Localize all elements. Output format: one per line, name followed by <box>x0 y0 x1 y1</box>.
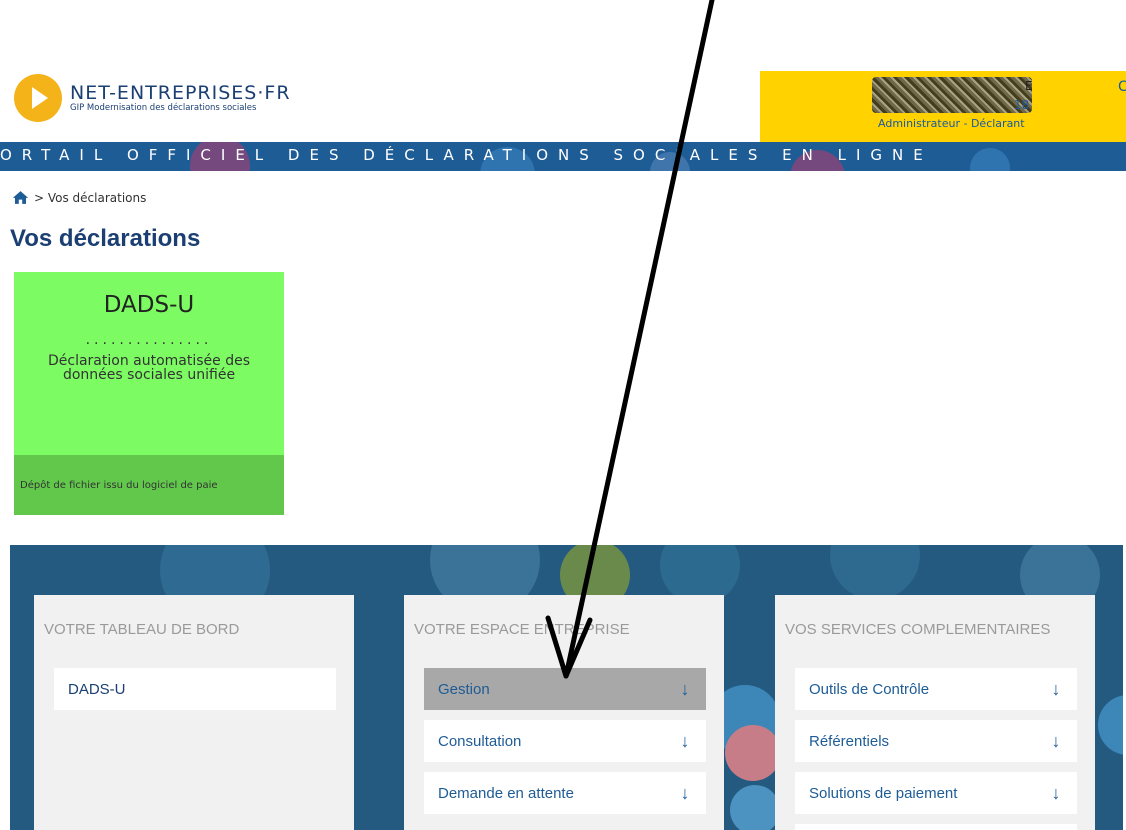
tile-description: Déclaration automatisée des données soci… <box>14 354 284 382</box>
tile-footer-link[interactable]: Dépôt de fichier issu du logiciel de pai… <box>14 455 284 515</box>
menu-item-next[interactable] <box>795 824 1077 830</box>
redacted-user-info <box>872 77 1032 113</box>
menu-item-demande-en-attente[interactable]: Demande en attente ↓ <box>424 772 706 814</box>
menu-item-consultation[interactable]: Consultation ↓ <box>424 720 706 762</box>
arrow-down-icon: ↓ <box>1051 730 1061 751</box>
page-title: Vos déclarations <box>10 225 201 252</box>
background-bubble <box>830 545 920 600</box>
item-label: Solutions de paiement <box>809 784 958 802</box>
logo-text: NET-ENTREPRISES·FR GIP Modernisation des… <box>70 83 291 113</box>
banner-bubble <box>970 148 1010 171</box>
dashboard-item-dadsu[interactable]: DADS-U <box>54 668 336 710</box>
breadcrumb: > Vos déclarations <box>12 190 146 205</box>
user-role: Administrateur - Déclarant <box>878 117 1025 130</box>
panel-title: VOTRE ESPACE ENTREPRISE <box>414 621 630 638</box>
tile-description-line1: Déclaration automatisée des <box>47 353 251 369</box>
logo-title: NET-ENTREPRISES·FR <box>70 82 291 104</box>
arrow-down-icon: ↓ <box>1051 782 1061 803</box>
portal-banner-text: ORTAIL OFFICIEL DES DÉCLARATIONS SOCIALE… <box>0 146 933 164</box>
menu-item-referentiels[interactable]: Référentiels ↓ <box>795 720 1077 762</box>
portal-banner: ORTAIL OFFICIEL DES DÉCLARATIONS SOCIALE… <box>0 142 1126 171</box>
item-label: DADS-U <box>68 680 126 698</box>
user-id: 18 <box>1014 98 1030 112</box>
tile-separator: ............... <box>85 332 213 348</box>
background-bubble <box>730 785 780 830</box>
panel-espace-entreprise: VOTRE ESPACE ENTREPRISE Gestion ↓ Consul… <box>404 595 724 830</box>
site-logo[interactable]: NET-ENTREPRISES·FR GIP Modernisation des… <box>14 74 291 122</box>
arrow-down-icon: ↓ <box>1051 678 1061 699</box>
user-account-box[interactable]: E 18 Administrateur - Déclarant C <box>760 71 1126 142</box>
menu-item-gestion[interactable]: Gestion ↓ <box>424 668 706 710</box>
panel-tableau-de-bord: VOTRE TABLEAU DE BORD DADS-U <box>34 595 354 830</box>
home-icon[interactable] <box>12 190 29 205</box>
item-label: Gestion <box>438 680 490 698</box>
menu-item-solutions-de-paiement[interactable]: Solutions de paiement ↓ <box>795 772 1077 814</box>
tile-description-line2: données sociales unifiée <box>62 367 236 383</box>
declaration-tile-dadsu[interactable]: DADS-U ............... Déclaration autom… <box>14 272 284 515</box>
arrow-down-icon: ↓ <box>680 782 690 803</box>
user-name: E <box>1025 79 1033 93</box>
panel-services-complementaires: VOS SERVICES COMPLEMENTAIRES Outils de C… <box>775 595 1095 830</box>
background-bubble <box>1098 695 1123 755</box>
item-label: Consultation <box>438 732 522 750</box>
play-logo-icon <box>14 74 62 122</box>
menu-item-outils-de-controle[interactable]: Outils de Contrôle ↓ <box>795 668 1077 710</box>
arrow-down-icon: ↓ <box>680 730 690 751</box>
item-label: Demande en attente <box>438 784 574 802</box>
user-menu-trigger[interactable]: C <box>1118 79 1126 95</box>
logo-subtitle: GIP Modernisation des déclarations socia… <box>70 103 257 113</box>
breadcrumb-current: > Vos déclarations <box>34 190 147 205</box>
arrow-down-icon: ↓ <box>680 678 690 699</box>
panel-title: VOTRE TABLEAU DE BORD <box>44 621 240 638</box>
item-label: Outils de Contrôle <box>809 680 930 698</box>
background-bubble <box>725 725 781 781</box>
item-label: Référentiels <box>809 732 890 750</box>
panel-title: VOS SERVICES COMPLEMENTAIRES <box>785 621 1051 638</box>
tile-title: DADS-U <box>103 292 195 318</box>
dashboard-section: VOTRE TABLEAU DE BORD DADS-U VOTRE ESPAC… <box>10 545 1123 830</box>
